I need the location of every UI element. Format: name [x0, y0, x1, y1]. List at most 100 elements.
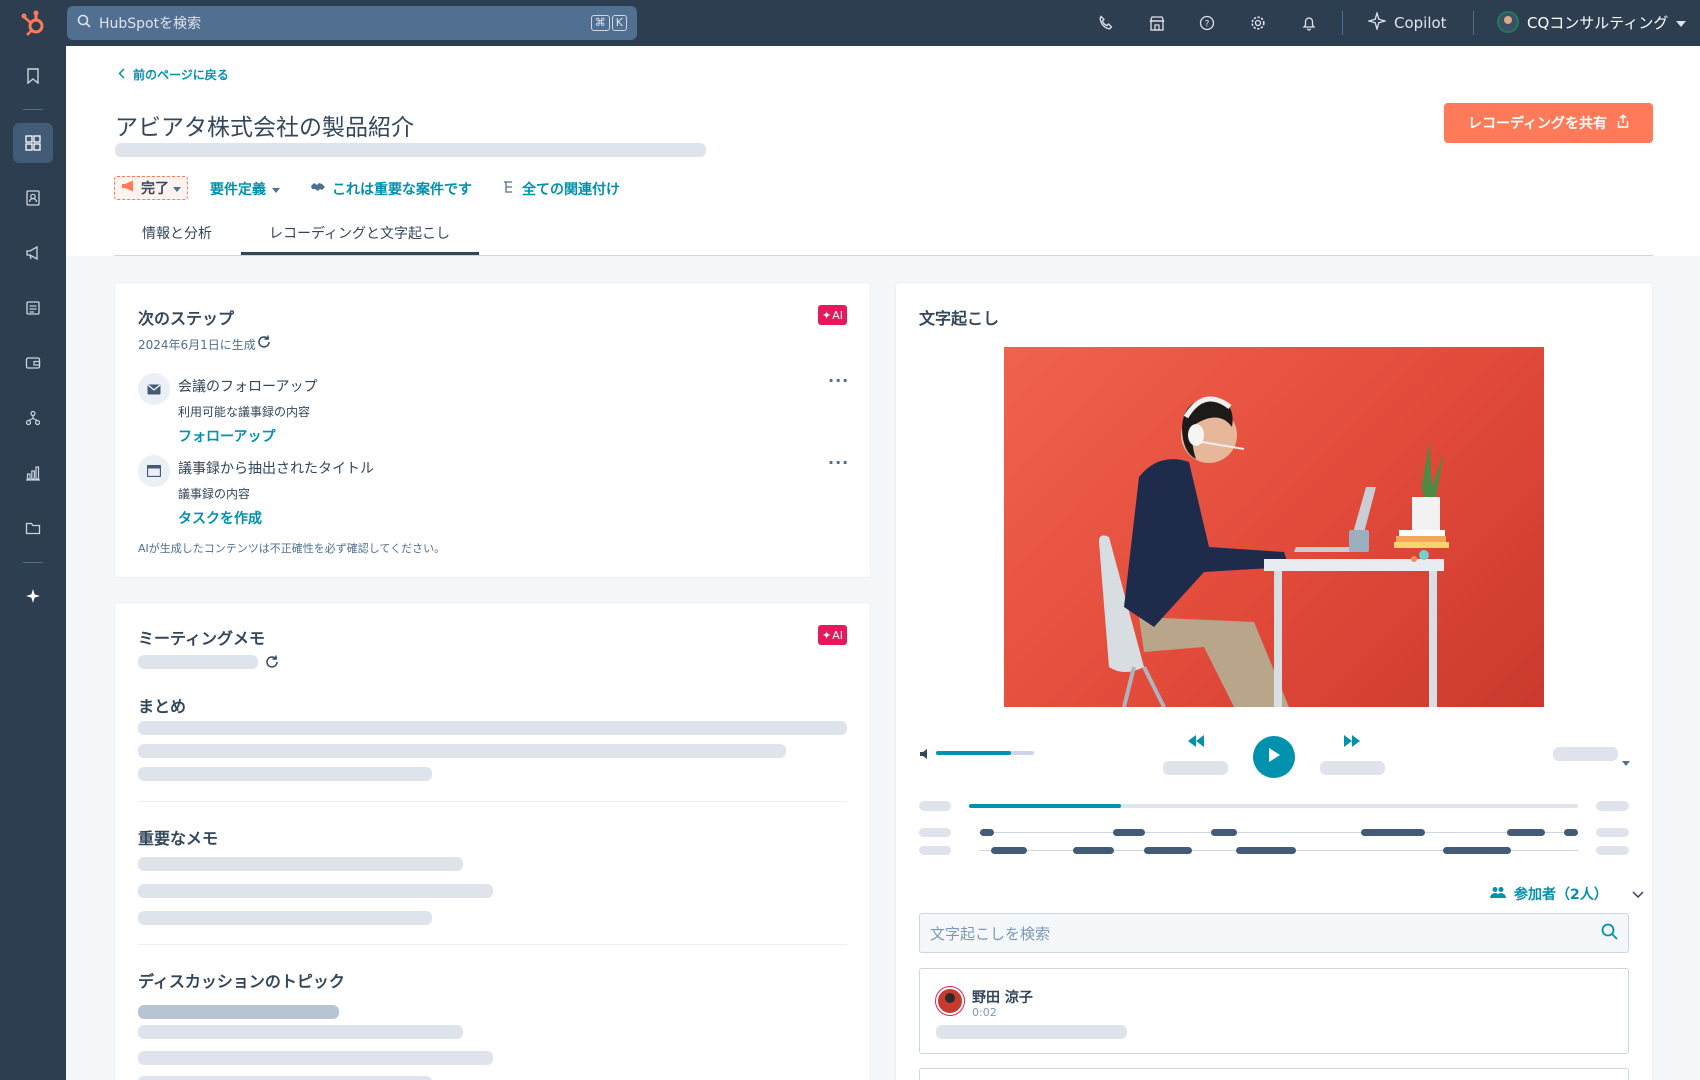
text-placeholder	[138, 1005, 339, 1019]
volume-icon[interactable]	[919, 746, 933, 765]
speech-segment[interactable]	[1144, 847, 1192, 854]
speech-segment[interactable]	[980, 829, 994, 836]
speech-segment[interactable]	[1443, 847, 1511, 854]
tab-info-analysis[interactable]: 情報と分析	[142, 223, 212, 243]
share-recording-button[interactable]: レコーディングを共有	[1444, 103, 1653, 143]
status-label: 完了	[141, 181, 169, 197]
speed-placeholder[interactable]	[1553, 747, 1618, 761]
content-icon[interactable]	[13, 288, 53, 328]
transcript-entry[interactable]: 野田 涼子 0:02	[919, 968, 1629, 1054]
contacts-icon[interactable]	[13, 178, 53, 218]
speaker-duration-placeholder	[1596, 846, 1629, 855]
speaker-avatar	[936, 987, 964, 1015]
workspaces-grid-icon[interactable]	[13, 123, 53, 163]
duration-placeholder	[1596, 801, 1629, 811]
help-icon[interactable]: ?	[1197, 13, 1217, 33]
search-icon[interactable]	[1601, 923, 1618, 944]
search-placeholder: HubSpotを検索	[99, 16, 202, 32]
elapsed-time-placeholder	[919, 801, 951, 811]
rewind-label-placeholder	[1163, 761, 1228, 775]
account-menu[interactable]: CQコンサルティング	[1497, 11, 1687, 33]
play-button[interactable]	[1253, 736, 1295, 778]
share-recording-label: レコーディングを共有	[1467, 116, 1608, 132]
text-placeholder	[138, 721, 847, 735]
marketplace-icon[interactable]	[1147, 13, 1167, 33]
commerce-wallet-icon[interactable]	[13, 343, 53, 383]
step-more-menu-icon[interactable]: ···	[828, 371, 849, 390]
transcript-search-placeholder: 文字起こしを検索	[930, 924, 1051, 943]
text-placeholder	[138, 857, 463, 871]
automation-icon[interactable]	[13, 398, 53, 438]
playback-progress-fill	[969, 804, 1122, 808]
participants-label: 参加者（2人）	[1514, 887, 1608, 903]
discussion-topics-heading: ディスカッションのトピック	[138, 972, 345, 991]
bookmark-icon[interactable]	[13, 56, 53, 96]
text-placeholder	[138, 1025, 463, 1039]
speaker-label-placeholder	[919, 828, 951, 837]
entry-timestamp[interactable]: 0:02	[972, 1006, 997, 1019]
refresh-icon[interactable]	[256, 334, 272, 354]
stage-dropdown[interactable]: 要件定義	[210, 179, 280, 199]
status-dropdown[interactable]: 完了	[114, 176, 188, 200]
participants-toggle[interactable]: 参加者（2人）	[1490, 884, 1644, 904]
ai-disclaimer: AIが生成したコンテンツは不正確性を必ず確認してください。	[138, 542, 446, 555]
fast-forward-icon[interactable]	[1343, 733, 1361, 752]
refresh-icon[interactable]	[264, 654, 280, 674]
tab-recording-transcript[interactable]: レコーディングと文字起こし	[269, 223, 450, 243]
rewind-icon[interactable]	[1187, 733, 1205, 752]
ai-badge-label: AI	[832, 628, 843, 642]
speech-segment[interactable]	[1236, 847, 1296, 854]
ai-badge: ✦ AI	[818, 625, 847, 645]
important-notes-heading: 重要なメモ	[138, 829, 219, 848]
tabs-divider	[114, 255, 1653, 256]
text-placeholder	[138, 911, 432, 925]
marketing-megaphone-icon[interactable]	[13, 233, 53, 273]
stage-label: 要件定義	[210, 182, 266, 198]
important-deal-link[interactable]: これは重要な案件です	[310, 179, 472, 199]
playback-progress-bar[interactable]	[969, 804, 1578, 808]
account-name: CQコンサルティング	[1527, 13, 1669, 32]
video-frame-image	[1099, 396, 1449, 707]
folder-icon[interactable]	[13, 508, 53, 548]
transcript-entry[interactable]	[919, 1068, 1629, 1080]
speech-segment[interactable]	[1073, 847, 1114, 854]
tree-icon	[502, 180, 516, 198]
all-associations-link[interactable]: 全ての関連付け	[502, 179, 620, 199]
search-icon	[77, 14, 91, 32]
speech-segment[interactable]	[1507, 829, 1545, 836]
speech-segment[interactable]	[1113, 829, 1145, 836]
step-more-menu-icon[interactable]: ···	[828, 453, 849, 472]
speaker-timeline[interactable]	[979, 832, 1578, 833]
copilot-label: Copilot	[1394, 14, 1447, 32]
ai-sparkle-icon[interactable]	[13, 576, 53, 616]
hubspot-logo-icon[interactable]	[0, 0, 66, 46]
all-associations-label: 全ての関連付け	[522, 182, 620, 198]
ai-badge: ✦ AI	[818, 305, 847, 325]
search-shortcut: ⌘ K	[590, 15, 627, 31]
sparkle-icon: ✦	[822, 308, 832, 322]
ai-badge-label: AI	[832, 308, 843, 322]
back-link-label: 前のページに戻る	[133, 68, 229, 82]
follow-up-link[interactable]: フォローアップ	[178, 426, 275, 446]
caret-down-icon[interactable]	[1622, 751, 1630, 770]
reports-bar-chart-icon[interactable]	[13, 453, 53, 493]
global-search-input[interactable]: HubSpotを検索 ⌘ K	[67, 6, 637, 40]
transcript-search-input[interactable]: 文字起こしを検索	[919, 913, 1629, 953]
create-task-link[interactable]: タスクを作成	[178, 508, 262, 528]
date-placeholder	[138, 655, 258, 669]
gear-icon[interactable]	[1248, 13, 1268, 33]
recording-video[interactable]	[1004, 347, 1544, 707]
speech-segment[interactable]	[1564, 829, 1578, 836]
back-link[interactable]: 前のページに戻る	[118, 66, 229, 83]
speech-segment[interactable]	[1361, 829, 1425, 836]
speech-segment[interactable]	[991, 847, 1027, 854]
phone-icon[interactable]	[1096, 13, 1116, 33]
speech-segment[interactable]	[1211, 829, 1237, 836]
text-placeholder	[936, 1025, 1127, 1039]
bell-icon[interactable]	[1299, 13, 1319, 33]
step-title: 会議のフォローアップ	[178, 379, 318, 395]
volume-slider[interactable]	[936, 751, 1034, 755]
sparkle-icon: ✦	[822, 628, 832, 642]
copilot-button[interactable]: Copilot	[1366, 10, 1447, 34]
megaphone-icon	[121, 180, 137, 196]
